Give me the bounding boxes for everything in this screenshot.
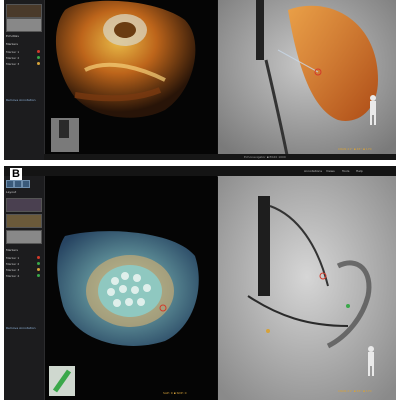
status-bar: Echonavigator ▪ EK20 1000 bbox=[44, 154, 396, 160]
xray-render: CRAN 21° ▪ 45° ▪ 170 bbox=[218, 0, 396, 160]
thumbnail-valve[interactable] bbox=[6, 214, 42, 228]
marker-dot bbox=[37, 256, 40, 259]
sidebar-header: Layout bbox=[6, 190, 17, 194]
marker-label: Marker 2 bbox=[6, 56, 20, 60]
marker-row[interactable]: Marker 3 bbox=[6, 268, 42, 272]
marker-row[interactable]: Marker 2 bbox=[6, 262, 42, 266]
panel-b: Annotations Views Tools Help X-Ray Layou… bbox=[4, 166, 396, 400]
marker-label: Marker 1 bbox=[6, 50, 20, 54]
thumbnail-xray[interactable] bbox=[6, 18, 42, 32]
menu-item[interactable]: Views bbox=[326, 169, 335, 173]
layout-button-3[interactable] bbox=[22, 180, 30, 188]
marker-dot bbox=[37, 50, 40, 53]
marker-dot bbox=[37, 56, 40, 59]
thumbnail-volume[interactable] bbox=[6, 4, 42, 18]
volume-view[interactable]: SAP: 0 ▪ SDP: 0 bbox=[45, 0, 217, 160]
menu-item[interactable]: Tools bbox=[342, 169, 349, 173]
remove-annotation-link[interactable]: Remove Annotation bbox=[6, 326, 36, 330]
marker-row[interactable]: Marker 4 bbox=[6, 274, 42, 278]
xray-readout: CRAN 21° ▪ 45° ▪ 170 bbox=[338, 389, 372, 393]
marker-row[interactable]: Marker 1 bbox=[6, 50, 42, 54]
sidebar-section-title: Markers bbox=[6, 42, 18, 46]
remove-annotation-link[interactable]: Remove Annotation bbox=[6, 98, 36, 102]
volume-stat: SAP: 0 ▪ SDP: 0 bbox=[163, 391, 187, 395]
thumbnail-xray[interactable] bbox=[6, 230, 42, 244]
marker-dot bbox=[37, 268, 40, 271]
xray-view[interactable]: CRAN 21° ▪ 45° ▪ 170 bbox=[218, 176, 396, 400]
status-text: Echonavigator ▪ EK20 1000 bbox=[244, 155, 286, 159]
xray-view[interactable]: CRAN 21° ▪ 45° ▪ 170 bbox=[218, 0, 396, 160]
volume-render: SAP: 0 ▪ SDP: 0 bbox=[45, 0, 217, 160]
marker-row[interactable]: Marker 1 bbox=[6, 256, 42, 260]
sidebar: Layout Markers Marker 1 Marker 2 Marker … bbox=[4, 176, 45, 400]
sidebar-section-title: Markers bbox=[6, 248, 18, 252]
marker-dot bbox=[37, 274, 40, 277]
marker-label: Marker 3 bbox=[6, 268, 20, 272]
menu-item[interactable]: Help bbox=[356, 169, 363, 173]
marker-dot bbox=[37, 62, 40, 65]
sidebar-header: EchoNav bbox=[6, 34, 20, 38]
panel-b-letter: B bbox=[10, 168, 22, 180]
marker-label: Marker 3 bbox=[6, 62, 20, 66]
volume-render: SAP: 0 ▪ SDP: 0 bbox=[45, 176, 217, 400]
volume-view[interactable]: SAP: 0 ▪ SDP: 0 bbox=[45, 176, 217, 400]
marker-row[interactable]: Marker 2 bbox=[6, 56, 42, 60]
marker-dot bbox=[37, 262, 40, 265]
layout-button-2[interactable] bbox=[14, 180, 22, 188]
marker-row[interactable]: Marker 3 bbox=[6, 62, 42, 66]
marker-label: Marker 2 bbox=[6, 262, 20, 266]
layout-button-1[interactable] bbox=[6, 180, 14, 188]
marker-label: Marker 4 bbox=[6, 274, 20, 278]
menu-item[interactable]: Annotations bbox=[304, 169, 322, 173]
sidebar: EchoNav Markers Marker 1 Marker 2 Marker… bbox=[4, 0, 45, 160]
marker-label: Marker 1 bbox=[6, 256, 20, 260]
xray-render: CRAN 21° ▪ 45° ▪ 170 bbox=[218, 176, 396, 400]
panel-a: EchoNav Markers Marker 1 Marker 2 Marker… bbox=[4, 0, 396, 160]
xray-readout: CRAN 21° ▪ 45° ▪ 170 bbox=[338, 147, 372, 151]
thumbnail-volume[interactable] bbox=[6, 198, 42, 212]
